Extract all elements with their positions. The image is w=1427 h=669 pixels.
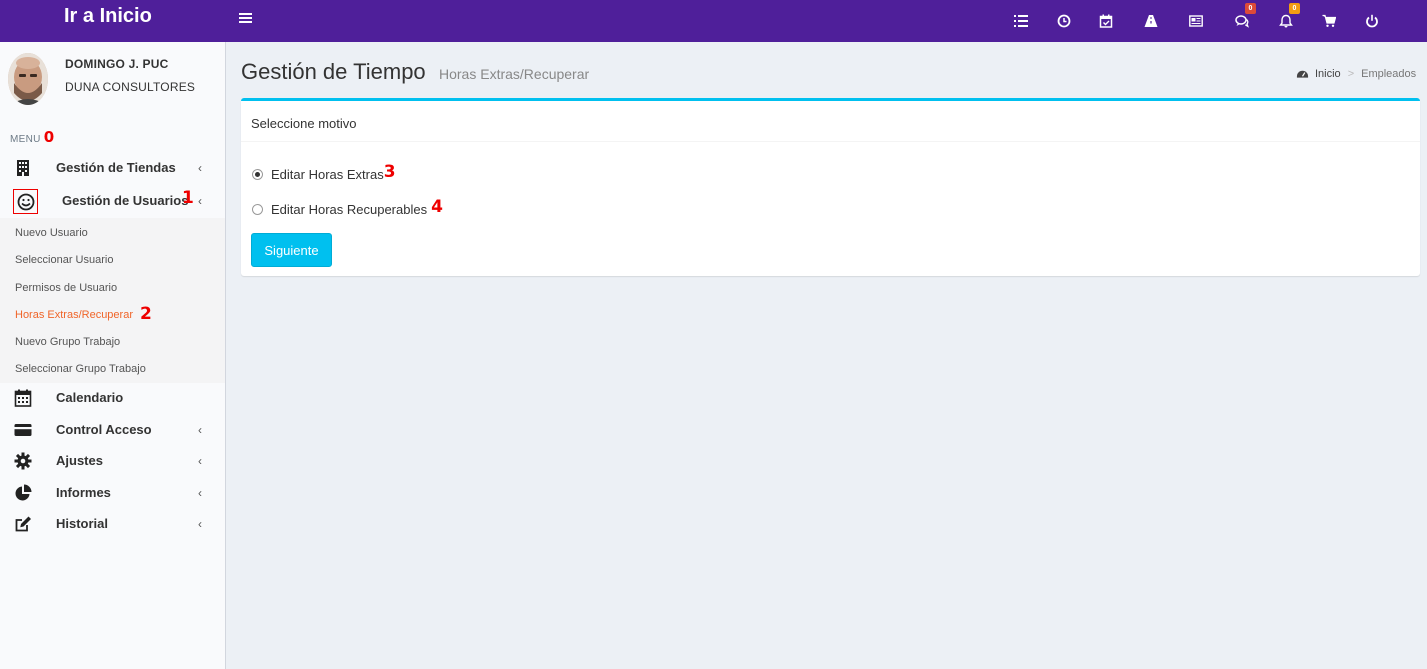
dashboard-icon <box>1296 70 1309 78</box>
bell-icon[interactable]: 0 <box>1266 0 1306 42</box>
radio-horas-extras[interactable] <box>252 168 263 180</box>
submenu-item-nuevo-grupo[interactable]: Nuevo Grupo Trabajo <box>15 336 120 348</box>
chevron-left-icon: ‹ <box>198 486 202 500</box>
breadcrumb-home[interactable]: Inicio <box>1315 68 1341 80</box>
box-header: Seleccione motivo <box>241 101 1420 142</box>
sidebar-item-label: Ajustes <box>56 453 103 468</box>
option-horas-recuperables[interactable]: Editar Horas Recuperables 4 <box>252 197 443 217</box>
user-panel: DOMINGO J. PUC DUNA CONSULTORES <box>0 42 225 117</box>
sidebar-item-gestion-usuarios[interactable]: Gestión de Usuarios 1 ‹ <box>0 186 225 216</box>
cart-icon[interactable] <box>1309 0 1349 42</box>
power-icon[interactable] <box>1352 0 1392 42</box>
submenu-item-seleccionar-grupo[interactable]: Seleccionar Grupo Trabajo <box>15 363 146 375</box>
sidebar-item-ajustes[interactable]: Ajustes ‹ <box>0 446 225 476</box>
sidebar-item-label: Calendario <box>56 390 124 405</box>
avatar <box>8 53 48 105</box>
sidebar-item-control-acceso[interactable]: Control Acceso ‹ <box>0 415 225 445</box>
menu-header-label: MENU <box>10 134 41 145</box>
page-title: Gestión de Tiempo <box>241 59 426 84</box>
sidebar-item-label: Historial <box>56 516 109 531</box>
sidebar-item-label: Control Acceso <box>56 422 152 437</box>
breadcrumb: Inicio > Empleados <box>1296 67 1416 80</box>
comments-icon[interactable]: 0 <box>1222 0 1262 42</box>
chevron-left-icon: ‹ <box>198 423 202 437</box>
page-subtitle: Horas Extras/Recuperar <box>439 66 590 82</box>
credit-card-icon <box>13 421 33 439</box>
menu-header: MENU 0 <box>10 128 55 146</box>
submenu-usuarios: Nuevo Usuario Seleccionar Usuario Permis… <box>0 218 225 383</box>
pie-chart-icon <box>13 484 33 502</box>
siguiente-button[interactable]: Siguiente <box>251 233 332 267</box>
top-navbar: Ir a Inicio 0 0 <box>0 0 1427 42</box>
sidebar-item-label: Gestión de Usuarios <box>62 193 189 208</box>
breadcrumb-separator: > <box>1347 67 1355 80</box>
chevron-left-icon: ‹ <box>198 454 202 468</box>
sidebar-item-label: Gestión de Tiendas <box>56 160 176 175</box>
annotation-marker: 0 <box>43 128 55 146</box>
box-title: Seleccione motivo <box>251 116 357 131</box>
user-name: DOMINGO J. PUC <box>65 57 169 71</box>
annotation-marker: 1 <box>182 188 194 208</box>
option-horas-extras[interactable]: Editar Horas Extras 3 <box>252 162 396 182</box>
option-label: Editar Horas Extras <box>271 166 384 182</box>
sidebar-toggle-icon[interactable] <box>239 11 252 25</box>
newspaper-icon[interactable] <box>1176 0 1216 42</box>
motivo-box: Seleccione motivo Editar Horas Extras 3 … <box>241 98 1420 276</box>
submenu-item-horas-extras[interactable]: Horas Extras/Recuperar <box>15 309 133 321</box>
breadcrumb-current: Empleados <box>1361 67 1417 80</box>
sidebar-item-informes[interactable]: Informes ‹ <box>0 478 225 508</box>
user-company: DUNA CONSULTORES <box>65 80 196 94</box>
comments-badge: 0 <box>1245 3 1256 14</box>
option-label: Editar Horas Recuperables <box>271 201 428 217</box>
sidebar-item-historial[interactable]: Historial ‹ <box>0 509 225 539</box>
radio-horas-recuperables[interactable] <box>252 203 263 215</box>
list-icon[interactable] <box>1001 0 1041 42</box>
sidebar-item-label: Informes <box>56 485 111 500</box>
smile-icon <box>13 189 38 214</box>
calendar-icon <box>13 389 33 407</box>
submenu-item-nuevo-usuario[interactable]: Nuevo Usuario <box>15 227 88 239</box>
annotation-marker: 2 <box>140 304 152 324</box>
gear-icon <box>13 452 33 470</box>
clock-icon[interactable] <box>1044 0 1084 42</box>
submenu-item-seleccionar-usuario[interactable]: Seleccionar Usuario <box>15 254 113 266</box>
calendar-check-icon[interactable] <box>1086 0 1126 42</box>
chevron-left-icon: ‹ <box>198 517 202 531</box>
sidebar-item-calendario[interactable]: Calendario <box>0 383 225 413</box>
submenu-item-permisos-usuario[interactable]: Permisos de Usuario <box>15 282 117 294</box>
sidebar-item-gestion-tiendas[interactable]: Gestión de Tiendas ‹ <box>0 153 225 183</box>
annotation-marker: 3 <box>383 162 396 182</box>
chevron-left-icon: ‹ <box>198 161 202 175</box>
chevron-left-icon: ‹ <box>198 194 202 208</box>
sidebar: DOMINGO J. PUC DUNA CONSULTORES MENU 0 G… <box>0 42 226 669</box>
building-icon <box>13 159 33 177</box>
annotation-marker: 4 <box>431 197 443 217</box>
road-icon[interactable] <box>1131 0 1171 42</box>
edit-icon <box>13 515 33 533</box>
bell-badge: 0 <box>1289 3 1300 14</box>
home-link[interactable]: Ir a Inicio <box>64 5 152 28</box>
